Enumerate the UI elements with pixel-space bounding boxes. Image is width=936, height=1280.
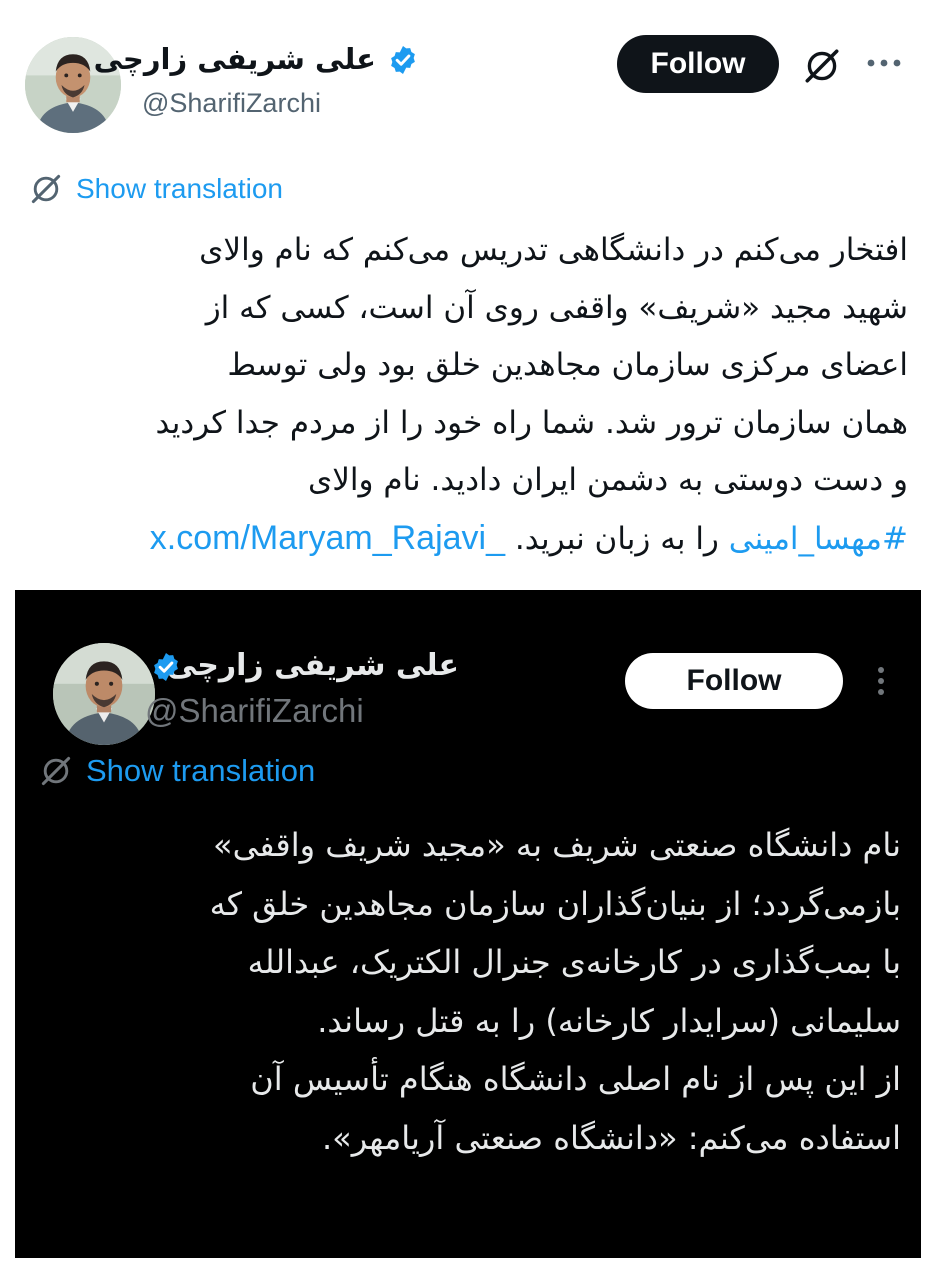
tweet-text-line: همان سازمان ترور شد. شما راه خود را از م…	[155, 404, 909, 441]
author-handle[interactable]: @SharifiZarchi	[142, 88, 321, 119]
author-name[interactable]: علی شریفی زارچی	[94, 42, 376, 76]
follow-button[interactable]: Follow	[617, 35, 779, 93]
verified-badge-icon	[154, 653, 178, 681]
tweet-text-line: شهید مجید «شریف» واقفی روی آن است، کسی ک…	[205, 289, 908, 326]
show-translation-link[interactable]: Show translation	[28, 171, 283, 207]
more-horizontal-icon[interactable]	[862, 48, 906, 78]
show-translation-label: Show translation	[76, 173, 284, 204]
author-name: علی شریفی زارچی	[166, 648, 459, 683]
tweet-text-line: افتخار می‌کنم در دانشگاهی تدریس می‌کنم ک…	[199, 232, 908, 268]
more-vertical-icon	[878, 667, 884, 695]
tweet-text-line: اعضای مرکزی سازمان مجاهدین خلق بود ولی ت…	[227, 347, 908, 383]
tweet-text-line: سلیمانی (سرایدار کارخانه) را به قتل رسان…	[317, 1001, 901, 1040]
show-translation-label: Show translation	[86, 753, 316, 788]
tweet-text-line: از این پس از نام اصلی دانشگاه هنگام تأسی…	[250, 1060, 901, 1098]
author-handle: @SharifiZarchi	[145, 692, 364, 729]
tweet-text-line: نام دانشگاه صنعتی شریف به «مجید شریف واق…	[212, 826, 901, 864]
tweet-text: افتخار می‌کنم در دانشگاهی تدریس می‌کنم ک…	[28, 222, 908, 567]
translate-icon	[31, 174, 61, 204]
hashtag-link[interactable]: #مهسا_امینی	[729, 521, 908, 557]
verified-badge-icon	[391, 46, 415, 74]
url-link[interactable]: x.com/Maryam_Rajavi_	[150, 519, 505, 557]
grok-icon[interactable]	[801, 45, 843, 87]
embedded-tweet-screenshot: علی شریفی زارچی @SharifiZarchi Follow Sh…	[15, 590, 921, 1258]
tweet-text-fragment: را به زبان نبرید.	[505, 520, 729, 557]
follow-button: Follow	[625, 653, 843, 709]
avatar-photo	[53, 643, 155, 745]
tweet-text-line: و دست دوستی به دشمن ایران دادید. نام وال…	[307, 462, 908, 498]
tweet-text-line: استفاده می‌کنم: «دانشگاه صنعتی آریامهر».	[321, 1118, 901, 1157]
tweet-text-line: با بمب‌گذاری در کارخانه‌ی جنرال الکتریک،…	[247, 943, 901, 981]
avatar	[53, 643, 155, 745]
tweet-text: نام دانشگاه صنعتی شریف به «مجید شریف واق…	[35, 816, 901, 1167]
tweet-text-line: بازمی‌گردد؛ از بنیان‌گذاران سازمان مجاهد…	[209, 884, 901, 923]
show-translation-link: Show translation	[38, 753, 315, 789]
tweet-text-last-line: #مهسا_امینی را به زبان نبرید. x.com/Mary…	[28, 510, 908, 568]
translate-icon	[41, 756, 71, 786]
